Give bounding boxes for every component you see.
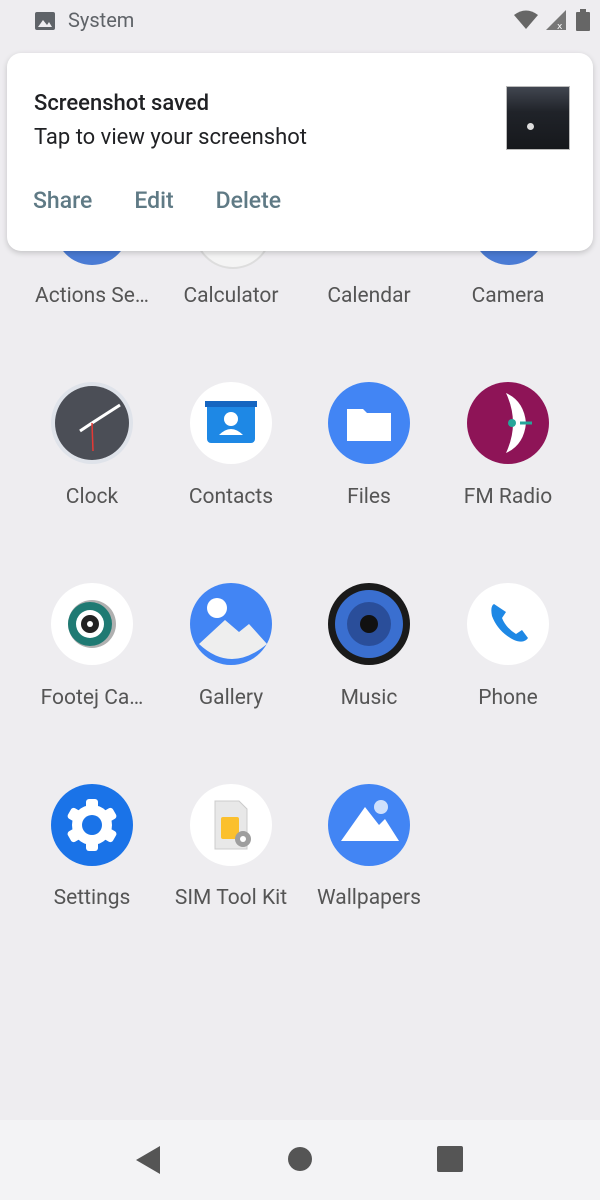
app-label-actions[interactable]: Actions Se… (22, 284, 162, 308)
wifi-icon (514, 10, 538, 34)
files-icon[interactable] (327, 381, 411, 465)
screenshot-thumbnail[interactable] (506, 86, 570, 150)
fm-radio-icon[interactable] (466, 381, 550, 465)
app-label-music[interactable]: Music (299, 686, 439, 710)
app-label-calculator[interactable]: Calculator (161, 284, 301, 308)
gallery-icon[interactable] (189, 582, 273, 666)
app-label-calendar[interactable]: Calendar (299, 284, 439, 308)
wallpapers-icon[interactable] (327, 783, 411, 867)
delete-button[interactable]: Delete (216, 187, 282, 214)
share-button[interactable]: Share (33, 187, 92, 214)
image-icon (35, 12, 55, 34)
phone-icon[interactable] (466, 582, 550, 666)
app-label-sim-toolkit[interactable]: SIM Tool Kit (161, 886, 301, 910)
edit-button[interactable]: Edit (134, 187, 173, 214)
back-icon[interactable] (136, 1146, 162, 1178)
settings-icon[interactable] (50, 783, 134, 867)
clock-icon[interactable] (50, 381, 134, 465)
home-icon[interactable] (287, 1146, 313, 1176)
app-label-fm-radio[interactable]: FM Radio (438, 485, 578, 509)
status-bar: System x (0, 0, 600, 42)
app-label-clock[interactable]: Clock (22, 485, 162, 509)
status-icons: x (514, 9, 590, 35)
screenshot-notification[interactable]: Screenshot saved Tap to view your screen… (7, 53, 593, 251)
battery-icon (576, 9, 590, 35)
svg-text:x: x (557, 22, 563, 30)
notification-title: Screenshot saved (34, 91, 209, 116)
app-label-wallpapers[interactable]: Wallpapers (299, 886, 439, 910)
app-label-settings[interactable]: Settings (22, 886, 162, 910)
app-label-phone[interactable]: Phone (438, 686, 578, 710)
app-label-footej[interactable]: Footej Ca… (22, 686, 162, 710)
app-label-gallery[interactable]: Gallery (161, 686, 301, 710)
app-label-files[interactable]: Files (299, 485, 439, 509)
navigation-bar (0, 1120, 600, 1200)
footej-camera-icon[interactable] (50, 582, 134, 666)
signal-icon: x (546, 10, 568, 34)
app-label-camera[interactable]: Camera (438, 284, 578, 308)
status-app-name: System (68, 8, 135, 32)
notification-actions: Share Edit Delete (33, 187, 323, 214)
sim-toolkit-icon[interactable] (189, 783, 273, 867)
contacts-icon[interactable] (189, 381, 273, 465)
notification-body: Tap to view your screenshot (34, 125, 307, 150)
recents-icon[interactable] (437, 1146, 463, 1176)
music-icon[interactable] (327, 582, 411, 666)
app-label-contacts[interactable]: Contacts (161, 485, 301, 509)
